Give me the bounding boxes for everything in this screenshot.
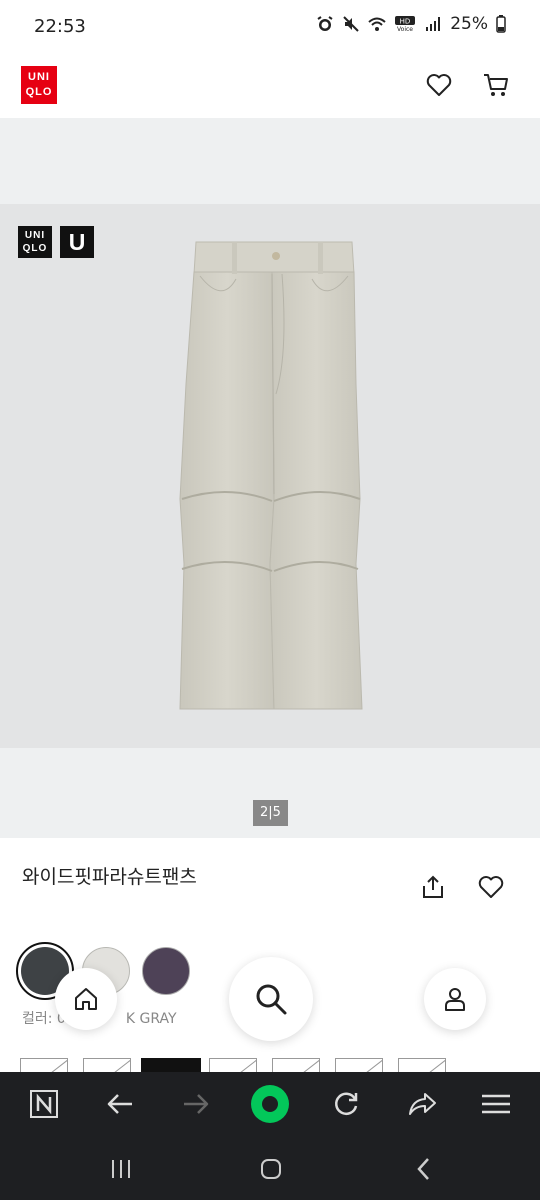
naver-n-icon xyxy=(30,1090,58,1118)
size-option[interactable] xyxy=(20,1058,68,1072)
swatch-purple[interactable] xyxy=(142,947,190,995)
uniqlo-badge: UNI QLO xyxy=(18,226,52,258)
browser-back-button[interactable] xyxy=(102,1086,138,1122)
back-button-icon xyxy=(417,1158,429,1180)
product-image[interactable]: UNI QLO U xyxy=(0,204,540,748)
pants-illustration xyxy=(179,241,363,710)
green-dot-icon xyxy=(251,1085,289,1123)
volte-icon: HD Voice xyxy=(394,15,416,33)
refresh-icon xyxy=(335,1092,358,1116)
browser-toolbar xyxy=(0,1072,540,1136)
user-icon xyxy=(445,988,465,1011)
float-search-button[interactable] xyxy=(229,957,313,1041)
menu-icon xyxy=(482,1094,510,1114)
svg-text:HD: HD xyxy=(400,18,411,26)
size-option[interactable] xyxy=(335,1058,383,1072)
status-bar: 22:53 HD Voice 25% xyxy=(0,0,540,56)
float-account-button[interactable] xyxy=(424,968,486,1030)
heart-icon xyxy=(426,74,452,96)
browser-refresh-button[interactable] xyxy=(328,1086,364,1122)
share-arrow-icon xyxy=(409,1093,436,1115)
badge-line-1: UNI xyxy=(24,230,46,241)
size-option[interactable] xyxy=(209,1058,257,1072)
browser-menu-button[interactable] xyxy=(478,1086,514,1122)
home-button-icon xyxy=(261,1159,281,1179)
size-option[interactable] xyxy=(83,1058,131,1072)
back-icon xyxy=(107,1094,132,1114)
uniqlo-logo[interactable]: UNI QLO xyxy=(21,66,57,104)
size-option-selected[interactable] xyxy=(141,1058,201,1072)
share-button[interactable] xyxy=(419,873,447,901)
app-header: UNI QLO xyxy=(0,56,540,118)
page-indicator: 2|5 xyxy=(253,800,288,826)
float-home-button[interactable] xyxy=(55,968,117,1030)
system-home-button[interactable] xyxy=(256,1154,286,1184)
status-time: 22:53 xyxy=(34,16,86,37)
badge-line-2: QLO xyxy=(22,243,48,254)
product-favorite-button[interactable] xyxy=(477,873,505,901)
logo-line-2: QLO xyxy=(25,86,53,98)
status-icons: HD Voice 25% xyxy=(316,14,506,34)
system-navigation-bar xyxy=(0,1136,540,1200)
battery-icon xyxy=(496,15,506,33)
naver-green-button[interactable] xyxy=(250,1084,290,1124)
system-back-button[interactable] xyxy=(409,1154,439,1184)
battery-percent: 25% xyxy=(450,14,488,34)
signal-icon xyxy=(424,15,442,33)
color-label-suffix: K GRAY xyxy=(125,1011,177,1027)
wifi-icon xyxy=(368,15,386,33)
browser-forward-button[interactable] xyxy=(178,1086,214,1122)
forward-icon xyxy=(184,1094,209,1114)
share-icon xyxy=(423,875,443,898)
product-title: 와이드핏파라슈트팬츠 xyxy=(22,866,197,888)
screen: 22:53 HD Voice 25% UNI QLO UNI QLO U 2|5… xyxy=(0,0,540,1200)
size-option[interactable] xyxy=(398,1058,446,1072)
home-icon xyxy=(75,988,97,1010)
uniqlo-u-badge: U xyxy=(60,226,94,258)
heart-outline-icon xyxy=(478,876,504,898)
browser-share-button[interactable] xyxy=(404,1086,440,1122)
cart-button[interactable] xyxy=(481,70,511,100)
cart-icon xyxy=(484,74,508,96)
naver-home-button[interactable] xyxy=(26,1086,62,1122)
recents-icon xyxy=(112,1160,130,1178)
gallery-top-band xyxy=(0,118,540,204)
wishlist-button[interactable] xyxy=(424,70,454,100)
alarm-icon xyxy=(316,15,334,33)
mute-icon xyxy=(342,15,360,33)
svg-text:Voice: Voice xyxy=(397,26,413,33)
size-option[interactable] xyxy=(272,1058,320,1072)
logo-line-1: UNI xyxy=(28,71,50,83)
search-icon xyxy=(256,984,287,1015)
recents-button[interactable] xyxy=(106,1154,136,1184)
product-gallery[interactable]: UNI QLO U 2|5 xyxy=(0,118,540,838)
